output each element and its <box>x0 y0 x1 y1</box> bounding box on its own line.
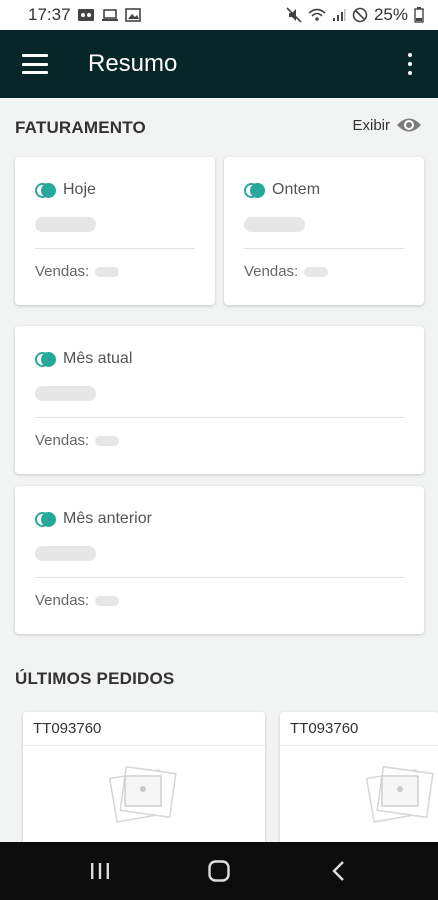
billing-card-previous-month[interactable]: Mês anterior Vendas: <box>15 486 424 634</box>
app-bar: Resumo <box>0 30 438 98</box>
more-vertical-icon[interactable] <box>400 53 420 75</box>
card-label: Mês anterior <box>63 510 152 527</box>
no-disturb-icon <box>352 7 368 23</box>
billing-card-today[interactable]: Hoje Vendas: <box>15 157 215 305</box>
billing-section-title: FATURAMENTO <box>15 118 146 137</box>
sales-placeholder <box>95 595 120 606</box>
battery-icon <box>414 7 424 23</box>
sales-placeholder <box>95 266 120 277</box>
value-placeholder <box>35 386 96 401</box>
sales-label: Vendas: <box>244 263 299 280</box>
show-values-label: Exibir <box>352 116 390 134</box>
status-dot-icon <box>35 351 57 367</box>
card-label: Mês atual <box>63 350 133 367</box>
voicemail-icon <box>77 9 94 21</box>
product-placeholder-icon <box>109 765 177 823</box>
value-placeholder <box>35 217 96 232</box>
card-divider <box>244 248 404 249</box>
hamburger-menu-icon[interactable] <box>22 54 48 74</box>
sales-label: Vendas: <box>35 592 90 609</box>
order-card[interactable]: TT093760 <box>23 712 265 852</box>
sales-label: Vendas: <box>35 432 90 449</box>
card-label: Hoje <box>63 181 96 198</box>
sales-label: Vendas: <box>35 263 90 280</box>
status-dot-icon <box>35 511 57 527</box>
signal-icon <box>332 9 346 21</box>
sales-placeholder <box>95 435 120 446</box>
recent-apps-icon[interactable] <box>80 856 120 886</box>
product-placeholder-icon <box>366 765 434 823</box>
battery-percent: 25% <box>373 5 408 24</box>
status-dot-icon <box>35 182 57 198</box>
card-divider <box>35 417 404 418</box>
image-icon <box>124 8 141 22</box>
system-nav-bar <box>0 842 438 900</box>
back-icon[interactable] <box>318 856 358 886</box>
status-bar: 17:37 25% <box>0 0 438 30</box>
home-icon[interactable] <box>199 856 239 886</box>
card-label: Ontem <box>272 181 321 198</box>
status-dot-icon <box>244 182 266 198</box>
mute-icon <box>286 7 302 23</box>
laptop-icon <box>101 9 118 21</box>
billing-card-yesterday[interactable]: Ontem Vendas: <box>224 157 424 305</box>
value-placeholder <box>35 546 96 561</box>
show-values-button[interactable]: Exibir <box>352 116 422 134</box>
card-divider <box>35 248 195 249</box>
status-time: 17:37 <box>28 5 71 24</box>
sales-placeholder <box>304 266 329 277</box>
order-card[interactable]: TT093760 <box>280 712 438 852</box>
page-title: Resumo <box>88 50 178 77</box>
order-id: TT093760 <box>33 720 102 737</box>
order-id: TT093760 <box>290 720 359 737</box>
orders-section-title: ÚLTIMOS PEDIDOS <box>15 669 175 688</box>
wifi-icon <box>308 8 326 21</box>
eye-icon <box>397 118 421 132</box>
value-placeholder <box>244 217 305 232</box>
billing-card-current-month[interactable]: Mês atual Vendas: <box>15 326 424 474</box>
card-divider <box>35 577 404 578</box>
